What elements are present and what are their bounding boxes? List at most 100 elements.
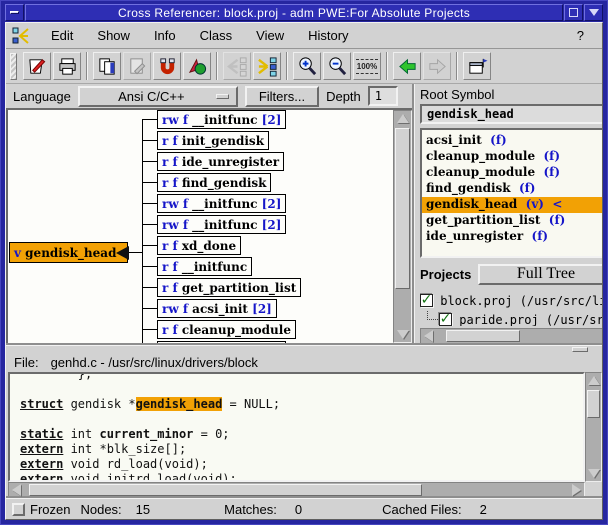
scroll-track[interactable] bbox=[586, 388, 601, 466]
scroll-left-button[interactable] bbox=[9, 483, 24, 497]
depth-input[interactable] bbox=[368, 86, 398, 106]
panel-sash[interactable] bbox=[6, 345, 602, 352]
toolbar-grip[interactable] bbox=[10, 53, 17, 80]
scroll-track[interactable] bbox=[24, 483, 569, 497]
graph-node[interactable]: r f ide_unregister bbox=[157, 152, 284, 171]
graph-node[interactable]: r f get_partition_list bbox=[157, 278, 301, 297]
symbol-list-item[interactable]: find_gendisk (f) bbox=[422, 181, 603, 197]
annotate-button[interactable] bbox=[23, 52, 51, 80]
node-ref-type: r f bbox=[162, 281, 178, 295]
code-segment: static bbox=[20, 427, 63, 441]
file-body: }; struct gendisk *gendisk_head = NULL; … bbox=[6, 372, 602, 482]
graph-node[interactable]: r f xd_done bbox=[157, 236, 241, 255]
menu-view[interactable]: View bbox=[244, 25, 296, 46]
shade-button[interactable] bbox=[584, 4, 603, 21]
scroll-thumb[interactable] bbox=[29, 484, 421, 496]
zoom-in-button[interactable] bbox=[293, 52, 321, 80]
symbol-list-item[interactable]: get_partition_list (f) bbox=[422, 213, 603, 229]
scroll-thumb[interactable] bbox=[587, 390, 600, 418]
maximize-button[interactable] bbox=[564, 4, 583, 21]
graph-column: Language Ansi C/C++ Filters... Depth rw … bbox=[6, 84, 414, 345]
symbol-list-item[interactable]: gendisk_head (v) < bbox=[422, 197, 603, 213]
code-segment: int bbox=[63, 427, 99, 441]
scroll-track[interactable] bbox=[436, 329, 603, 343]
graph-node[interactable]: rw f __initfunc [2] bbox=[157, 110, 286, 129]
zoom-out-button[interactable] bbox=[323, 52, 351, 80]
node-name: gendisk_head bbox=[21, 246, 116, 260]
graph-node[interactable]: r f cleanup_module bbox=[157, 320, 296, 339]
symbol-list-item[interactable]: cleanup_module (f) bbox=[422, 165, 603, 181]
node-count: [2] bbox=[257, 113, 281, 127]
zoom-100-button[interactable]: 100% bbox=[353, 52, 381, 80]
node-name: init_gendisk bbox=[178, 134, 264, 148]
arrow-right-icon bbox=[572, 484, 581, 496]
graph-node[interactable]: r f find_gendisk bbox=[157, 173, 271, 192]
graph-branch-line bbox=[142, 329, 157, 330]
launch-button[interactable] bbox=[183, 52, 211, 80]
window-menu-button[interactable] bbox=[5, 4, 24, 21]
graph-node[interactable]: rw f __initfunc [2] bbox=[157, 215, 286, 234]
scroll-right-button[interactable] bbox=[569, 483, 584, 497]
menu-history[interactable]: History bbox=[296, 25, 360, 46]
menu-edit[interactable]: Edit bbox=[39, 25, 85, 46]
symbol-list-item[interactable]: cleanup_module (f) bbox=[422, 149, 603, 165]
scroll-down-button[interactable] bbox=[586, 466, 601, 481]
code-hscrollbar[interactable] bbox=[8, 482, 585, 498]
graph-vscrollbar[interactable] bbox=[393, 110, 412, 343]
graph-node[interactable]: rw f acsi_init [2] bbox=[157, 299, 277, 318]
help-menu[interactable]: ? bbox=[571, 25, 590, 46]
code-line: struct gendisk *gendisk_head = NULL; bbox=[20, 397, 583, 412]
sash-grip-icon[interactable] bbox=[572, 347, 588, 352]
print-button[interactable] bbox=[53, 52, 81, 80]
filters-button[interactable]: Filters... bbox=[245, 86, 319, 107]
graph-expand-button[interactable] bbox=[253, 52, 281, 80]
forward-button[interactable] bbox=[423, 52, 451, 80]
project-checkbox[interactable]: ✓ bbox=[420, 294, 433, 307]
root-symbol-input[interactable] bbox=[420, 104, 603, 124]
code-segment: gendisk_head bbox=[136, 397, 223, 411]
properties-button[interactable] bbox=[463, 52, 491, 80]
file-header: File: genhd.c - /usr/src/linux/drivers/b… bbox=[6, 352, 602, 372]
code-line: static int current_minor = 0; bbox=[20, 427, 583, 442]
project-item[interactable]: ✓ block.proj (/usr/src/lin bbox=[420, 291, 603, 310]
maximize-icon bbox=[569, 8, 578, 17]
copy-button[interactable] bbox=[93, 52, 121, 80]
language-label: Language bbox=[13, 89, 71, 104]
projects-hscrollbar[interactable] bbox=[420, 328, 603, 344]
code-segment: }; bbox=[20, 372, 92, 381]
scroll-up-button[interactable] bbox=[586, 373, 601, 388]
scroll-thumb[interactable] bbox=[446, 330, 519, 342]
language-dropdown[interactable]: Ansi C/C++ bbox=[78, 86, 238, 107]
menu-info[interactable]: Info bbox=[142, 25, 188, 46]
code-view[interactable]: }; struct gendisk *gendisk_head = NULL; … bbox=[8, 372, 585, 482]
graph-node[interactable]: rw f __initfunc [2] bbox=[157, 341, 286, 343]
magnet-button[interactable] bbox=[153, 52, 181, 80]
menu-show[interactable]: Show bbox=[85, 25, 142, 46]
project-item[interactable]: ✓ paride.proj (/usr/src bbox=[420, 310, 603, 326]
project-checkbox[interactable]: ✓ bbox=[439, 313, 452, 326]
scroll-track[interactable] bbox=[394, 126, 411, 327]
graph-collapse-button[interactable] bbox=[223, 52, 251, 80]
code-segment: current_minor bbox=[99, 427, 193, 441]
code-segment: struct bbox=[20, 397, 63, 411]
graph-branch-line bbox=[142, 161, 157, 162]
project-view-dropdown[interactable]: Full Tree bbox=[478, 264, 603, 285]
graph-node[interactable]: r f __initfunc bbox=[157, 257, 252, 276]
project-name: block.proj (/usr/src/lin bbox=[433, 294, 603, 308]
symbol-list-item[interactable]: acsi_init (f) bbox=[422, 133, 603, 149]
graph-node[interactable]: rw f __initfunc [2] bbox=[157, 194, 286, 213]
edit-document-button[interactable] bbox=[123, 52, 151, 80]
code-vscrollbar[interactable] bbox=[585, 372, 602, 482]
scroll-thumb[interactable] bbox=[395, 128, 410, 289]
symbol-list-item[interactable]: ide_unregister (f) bbox=[422, 229, 603, 245]
graph-node[interactable]: r f init_gendisk bbox=[157, 131, 269, 150]
graph-root-node[interactable]: v gendisk_head bbox=[9, 242, 128, 263]
nodes-value: 15 bbox=[136, 502, 150, 517]
menu-class[interactable]: Class bbox=[188, 25, 245, 46]
scroll-down-button[interactable] bbox=[394, 327, 411, 342]
back-button[interactable] bbox=[393, 52, 421, 80]
graph-trunk-line bbox=[142, 119, 143, 343]
scroll-up-button[interactable] bbox=[394, 111, 411, 126]
frozen-checkbox[interactable] bbox=[12, 503, 25, 516]
scroll-left-button[interactable] bbox=[421, 329, 436, 343]
